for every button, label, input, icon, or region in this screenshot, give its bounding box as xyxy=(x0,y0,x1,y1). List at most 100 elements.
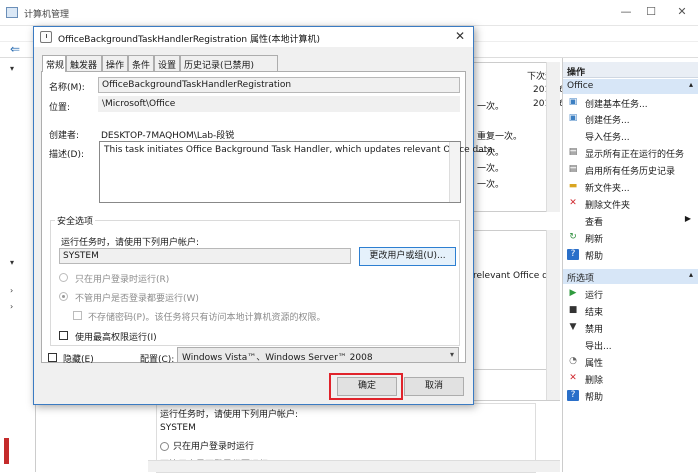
radio-logged-on[interactable] xyxy=(59,273,68,282)
close-button[interactable]: ✕ xyxy=(672,5,692,18)
action-label: 刷新 xyxy=(585,235,604,245)
refresh-icon: ↻ xyxy=(569,232,577,242)
action-refresh[interactable]: ↻ 刷新 xyxy=(567,230,695,246)
create-basic-task-icon: ▣ xyxy=(568,97,578,107)
action-create-task[interactable]: ▣ 创建任务... xyxy=(567,111,695,127)
radio-icon xyxy=(160,442,169,451)
action-label: 查看 xyxy=(585,218,604,228)
navigation-tree: ▾ ▾ › › xyxy=(0,58,36,472)
section-arrow-icon: ▴ xyxy=(688,80,693,89)
action-export[interactable]: 导出... xyxy=(567,337,695,353)
maximize-button[interactable]: ☐ xyxy=(641,5,661,18)
config-label: 配置(C): xyxy=(140,355,175,365)
collapse-arrow-icon[interactable]: › xyxy=(10,302,13,311)
create-task-icon: ▣ xyxy=(568,113,578,123)
action-label: 删除文件夹 xyxy=(585,201,631,211)
task-list-scrollbar[interactable] xyxy=(546,62,560,212)
section-arrow-icon: ▴ xyxy=(688,270,693,279)
description-scrollbar[interactable] xyxy=(449,142,460,202)
actions-header: 操作 xyxy=(563,62,698,78)
action-end[interactable]: ■ 结束 xyxy=(567,303,695,319)
run-as-label: 运行任务时，请使用下列用户帐户: xyxy=(61,238,200,248)
new-folder-icon: ▬ xyxy=(568,181,578,191)
action-label: 帮助 xyxy=(585,393,604,403)
config-dropdown[interactable]: Windows Vista™、Windows Server™ 2008 ▾ xyxy=(177,347,459,363)
author-value: DESKTOP-7MAQHOM\Lab-段锐 xyxy=(101,131,235,141)
action-new-folder[interactable]: ▬ 新文件夹... xyxy=(567,179,695,195)
general-tab-panel: 名称(M): OfficeBackgroundTaskHandlerRegist… xyxy=(41,71,496,363)
description-field[interactable]: This task initiates Office Background Ta… xyxy=(99,141,496,203)
run-icon: ▶ xyxy=(569,288,577,298)
security-options-title: 安全选项 xyxy=(55,214,96,227)
action-disable[interactable]: ▼ 禁用 xyxy=(567,320,695,336)
radio-logged-on[interactable]: 只在用户登录时运行 xyxy=(160,439,254,452)
cell: 一次。 xyxy=(477,102,505,112)
tab-triggers[interactable]: 触发器 xyxy=(66,55,102,71)
action-import-task[interactable]: 导入任务... xyxy=(567,128,695,144)
delete-icon: ✕ xyxy=(569,373,577,383)
back-arrow-icon[interactable]: ⇐ xyxy=(10,42,20,56)
tab-conditions[interactable]: 条件 xyxy=(128,55,154,71)
cancel-button[interactable]: 取消 xyxy=(404,377,464,396)
action-label: 新文件夹... xyxy=(585,184,630,194)
dialog-close-button[interactable]: ✕ xyxy=(455,29,465,43)
disable-icon: ▼ xyxy=(569,322,577,332)
action-create-basic-task[interactable]: ▣ 创建基本任务... xyxy=(567,95,695,111)
action-delete[interactable]: ✕ 删除 xyxy=(567,371,695,387)
section-label: Office xyxy=(567,81,594,91)
action-label: 创建任务... xyxy=(585,116,630,126)
main-title-bar: 计算机管理 — ☐ ✕ xyxy=(0,0,698,26)
hidden-label: 隐藏(E) xyxy=(63,355,94,365)
submenu-arrow-icon: ▶ xyxy=(684,214,691,223)
action-label: 结束 xyxy=(585,308,604,318)
no-store-password-checkbox[interactable] xyxy=(73,311,82,320)
action-view[interactable]: 查看 ▶ xyxy=(567,213,695,229)
properties-icon: ◔ xyxy=(569,356,577,366)
table-row[interactable]: 一次。 xyxy=(477,177,504,190)
action-label: 运行 xyxy=(585,291,604,301)
actions-section-office[interactable]: Office ▴ xyxy=(563,79,698,94)
export-icon xyxy=(567,339,579,350)
actions-section-selected[interactable]: 所选项 ▴ xyxy=(563,269,698,284)
cell: 一次。 xyxy=(477,164,505,174)
minimize-button[interactable]: — xyxy=(616,5,636,18)
action-properties[interactable]: ◔ 属性 xyxy=(567,354,695,370)
tab-settings[interactable]: 设置 xyxy=(154,55,180,71)
cell: 一次。 xyxy=(477,180,505,190)
name-field[interactable]: OfficeBackgroundTaskHandlerRegistration xyxy=(98,77,460,93)
action-label: 导出... xyxy=(585,342,612,352)
location-value: \Microsoft\Office xyxy=(98,96,460,112)
tab-history[interactable]: 历史记录(已禁用) xyxy=(180,55,278,71)
hidden-checkbox[interactable] xyxy=(48,353,57,362)
action-run[interactable]: ▶ 运行 xyxy=(567,286,695,302)
tab-actions[interactable]: 操作 xyxy=(102,55,128,71)
description-text: This task initiates Office Background Ta… xyxy=(104,145,496,155)
collapse-arrow-icon[interactable]: › xyxy=(10,286,13,295)
cell: 重复一次。 xyxy=(477,132,523,142)
expand-arrow-icon[interactable]: ▾ xyxy=(10,64,14,73)
user-account-field: SYSTEM xyxy=(59,248,351,264)
table-row[interactable]: 一次。2017/6 xyxy=(477,99,565,112)
highest-privileges-label: 使用最高权限运行(I) xyxy=(75,333,157,343)
tab-general[interactable]: 常规 xyxy=(42,55,66,72)
table-row[interactable]: 重复一次。 xyxy=(477,129,522,142)
action-label: 属性 xyxy=(585,359,604,369)
action-show-running[interactable]: ▤ 显示所有正在运行的任务 xyxy=(567,145,695,161)
action-delete-folder[interactable]: ✕ 删除文件夹 xyxy=(567,196,695,212)
radio-label: 只在用户登录时运行 xyxy=(173,442,255,452)
help-icon: ? xyxy=(567,390,579,401)
task-properties-dialog: OfficeBackgroundTaskHandlerRegistration … xyxy=(33,26,496,405)
expand-arrow-icon[interactable]: ▾ xyxy=(10,258,14,267)
dialog-title: OfficeBackgroundTaskHandlerRegistration … xyxy=(58,35,320,45)
highest-privileges-checkbox[interactable] xyxy=(59,331,68,340)
action-enable-history[interactable]: ▤ 启用所有任务历史记录 xyxy=(567,162,695,178)
action-help-selected[interactable]: ? 帮助 xyxy=(567,388,695,404)
radio-whether-logged-on[interactable] xyxy=(59,292,68,301)
change-user-button[interactable]: 更改用户或组(U)... xyxy=(359,247,456,266)
section-label: 所选项 xyxy=(567,274,595,284)
action-help[interactable]: ? 帮助 xyxy=(567,247,695,263)
task-icon xyxy=(40,31,52,43)
no-store-password-label: 不存储密码(P)。该任务将只有访问本地计算机资源的权限。 xyxy=(88,313,326,323)
table-row[interactable]: 一次。 xyxy=(477,161,504,174)
horizontal-scrollbar[interactable] xyxy=(148,460,560,472)
